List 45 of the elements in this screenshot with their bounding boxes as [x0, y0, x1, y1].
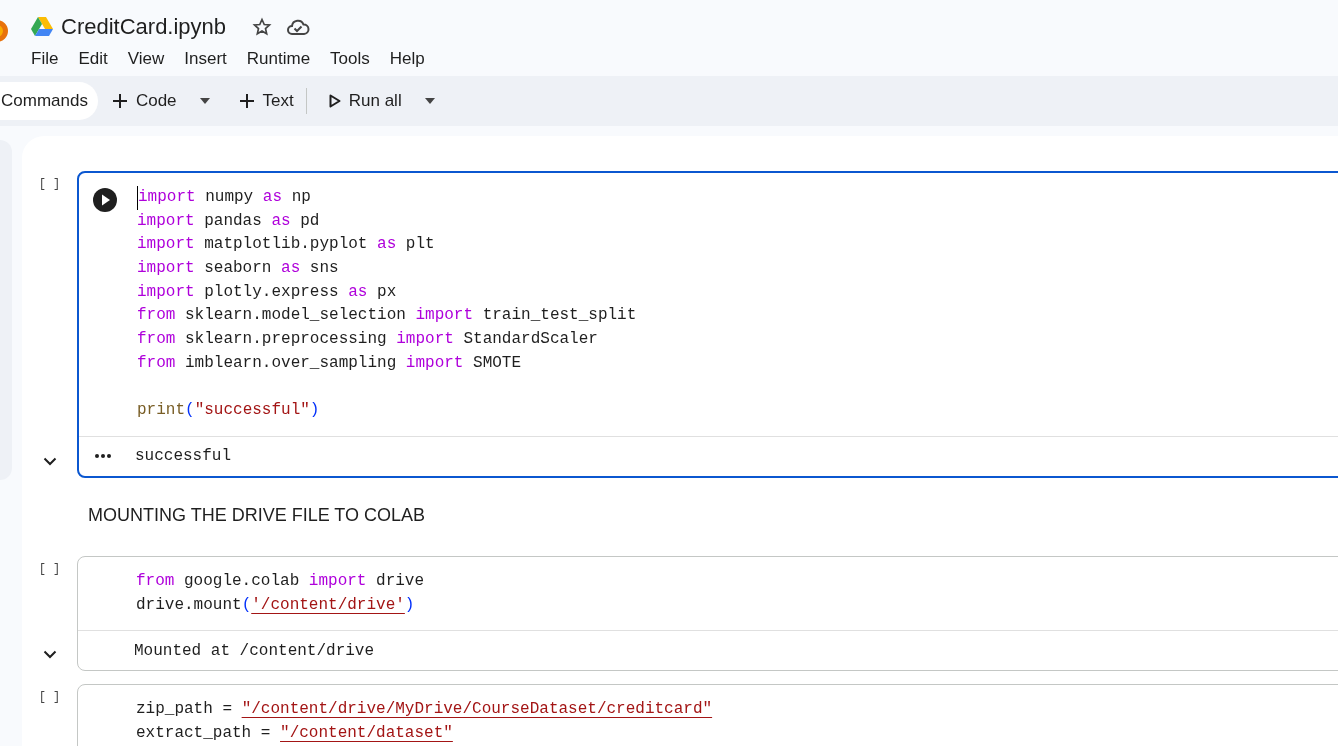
- execution-count: [ ]: [38, 560, 61, 578]
- menu-item[interactable]: View: [117, 46, 175, 72]
- code-line: drive.mount('/content/drive'): [136, 594, 416, 616]
- commands-button[interactable]: Commands: [0, 82, 98, 120]
- plus-icon: [238, 93, 255, 109]
- code-line: from sklearn.model_selection import train_test_split: [137, 305, 638, 327]
- code-line: from sklearn.preprocessing import StandardScaler: [137, 329, 599, 351]
- markdown-heading: MOUNTING THE DRIVE FILE TO COLAB: [88, 503, 427, 527]
- run-all-button[interactable]: Run all: [322, 82, 448, 120]
- menu-item[interactable]: Tools: [320, 46, 380, 72]
- code-cell[interactable]: zip_path = "/content/drive/MyDrive/CourseDataset/creditcard" extract_path = "/content/dataset": [77, 684, 1338, 746]
- drive-icon[interactable]: [31, 17, 53, 36]
- code-line: import numpy as np: [137, 186, 1338, 210]
- plus-icon: [111, 93, 128, 109]
- cell-output: Mounted at /content/drive: [134, 640, 375, 662]
- code-cell[interactable]: [77, 171, 1338, 478]
- star-icon[interactable]: [252, 16, 273, 37]
- execution-count: [ ]: [38, 689, 61, 707]
- code-line: import matplotlib.pyplot as plt: [137, 234, 436, 256]
- add-button[interactable]: Code: [105, 82, 223, 120]
- collapse-chevron-icon[interactable]: [42, 650, 57, 660]
- add-button[interactable]: Text: [232, 82, 300, 120]
- code-line: import seaborn as sns: [137, 258, 340, 280]
- play-icon: [328, 94, 341, 108]
- menu-item[interactable]: Insert: [174, 46, 237, 72]
- menu-item[interactable]: Runtime: [236, 46, 321, 72]
- menu-item[interactable]: File: [31, 46, 69, 72]
- execution-count: [ ]: [38, 176, 61, 193]
- code-line: zip_path = "/content/drive/MyDrive/CourseDataset/creditcard": [136, 699, 714, 721]
- code-line: import plotly.express as px: [137, 281, 398, 303]
- cell-output: successful: [135, 446, 231, 468]
- code-line: extract_path = "/content/dataset": [136, 722, 454, 744]
- run-cell-button[interactable]: [93, 188, 117, 212]
- code-line: import pandas as pd: [137, 210, 321, 232]
- code-line: print("successful"): [137, 400, 321, 422]
- code-cell[interactable]: from google.colab import drive drive.mount('/content/drive') Mounted at /content/drive: [77, 555, 1338, 672]
- caret-icon: [199, 98, 210, 104]
- collapse-chevron-icon[interactable]: [42, 456, 57, 466]
- menu-item[interactable]: Edit: [68, 46, 118, 72]
- caret-icon: [424, 98, 435, 104]
- menu-item[interactable]: Help: [379, 46, 435, 72]
- code-line: from google.colab import drive: [136, 570, 426, 592]
- more-icon[interactable]: [95, 453, 111, 458]
- code-line: from imblearn.over_sampling import SMOTE: [137, 352, 523, 374]
- notebook-title[interactable]: CreditCard.ipynb: [61, 10, 227, 43]
